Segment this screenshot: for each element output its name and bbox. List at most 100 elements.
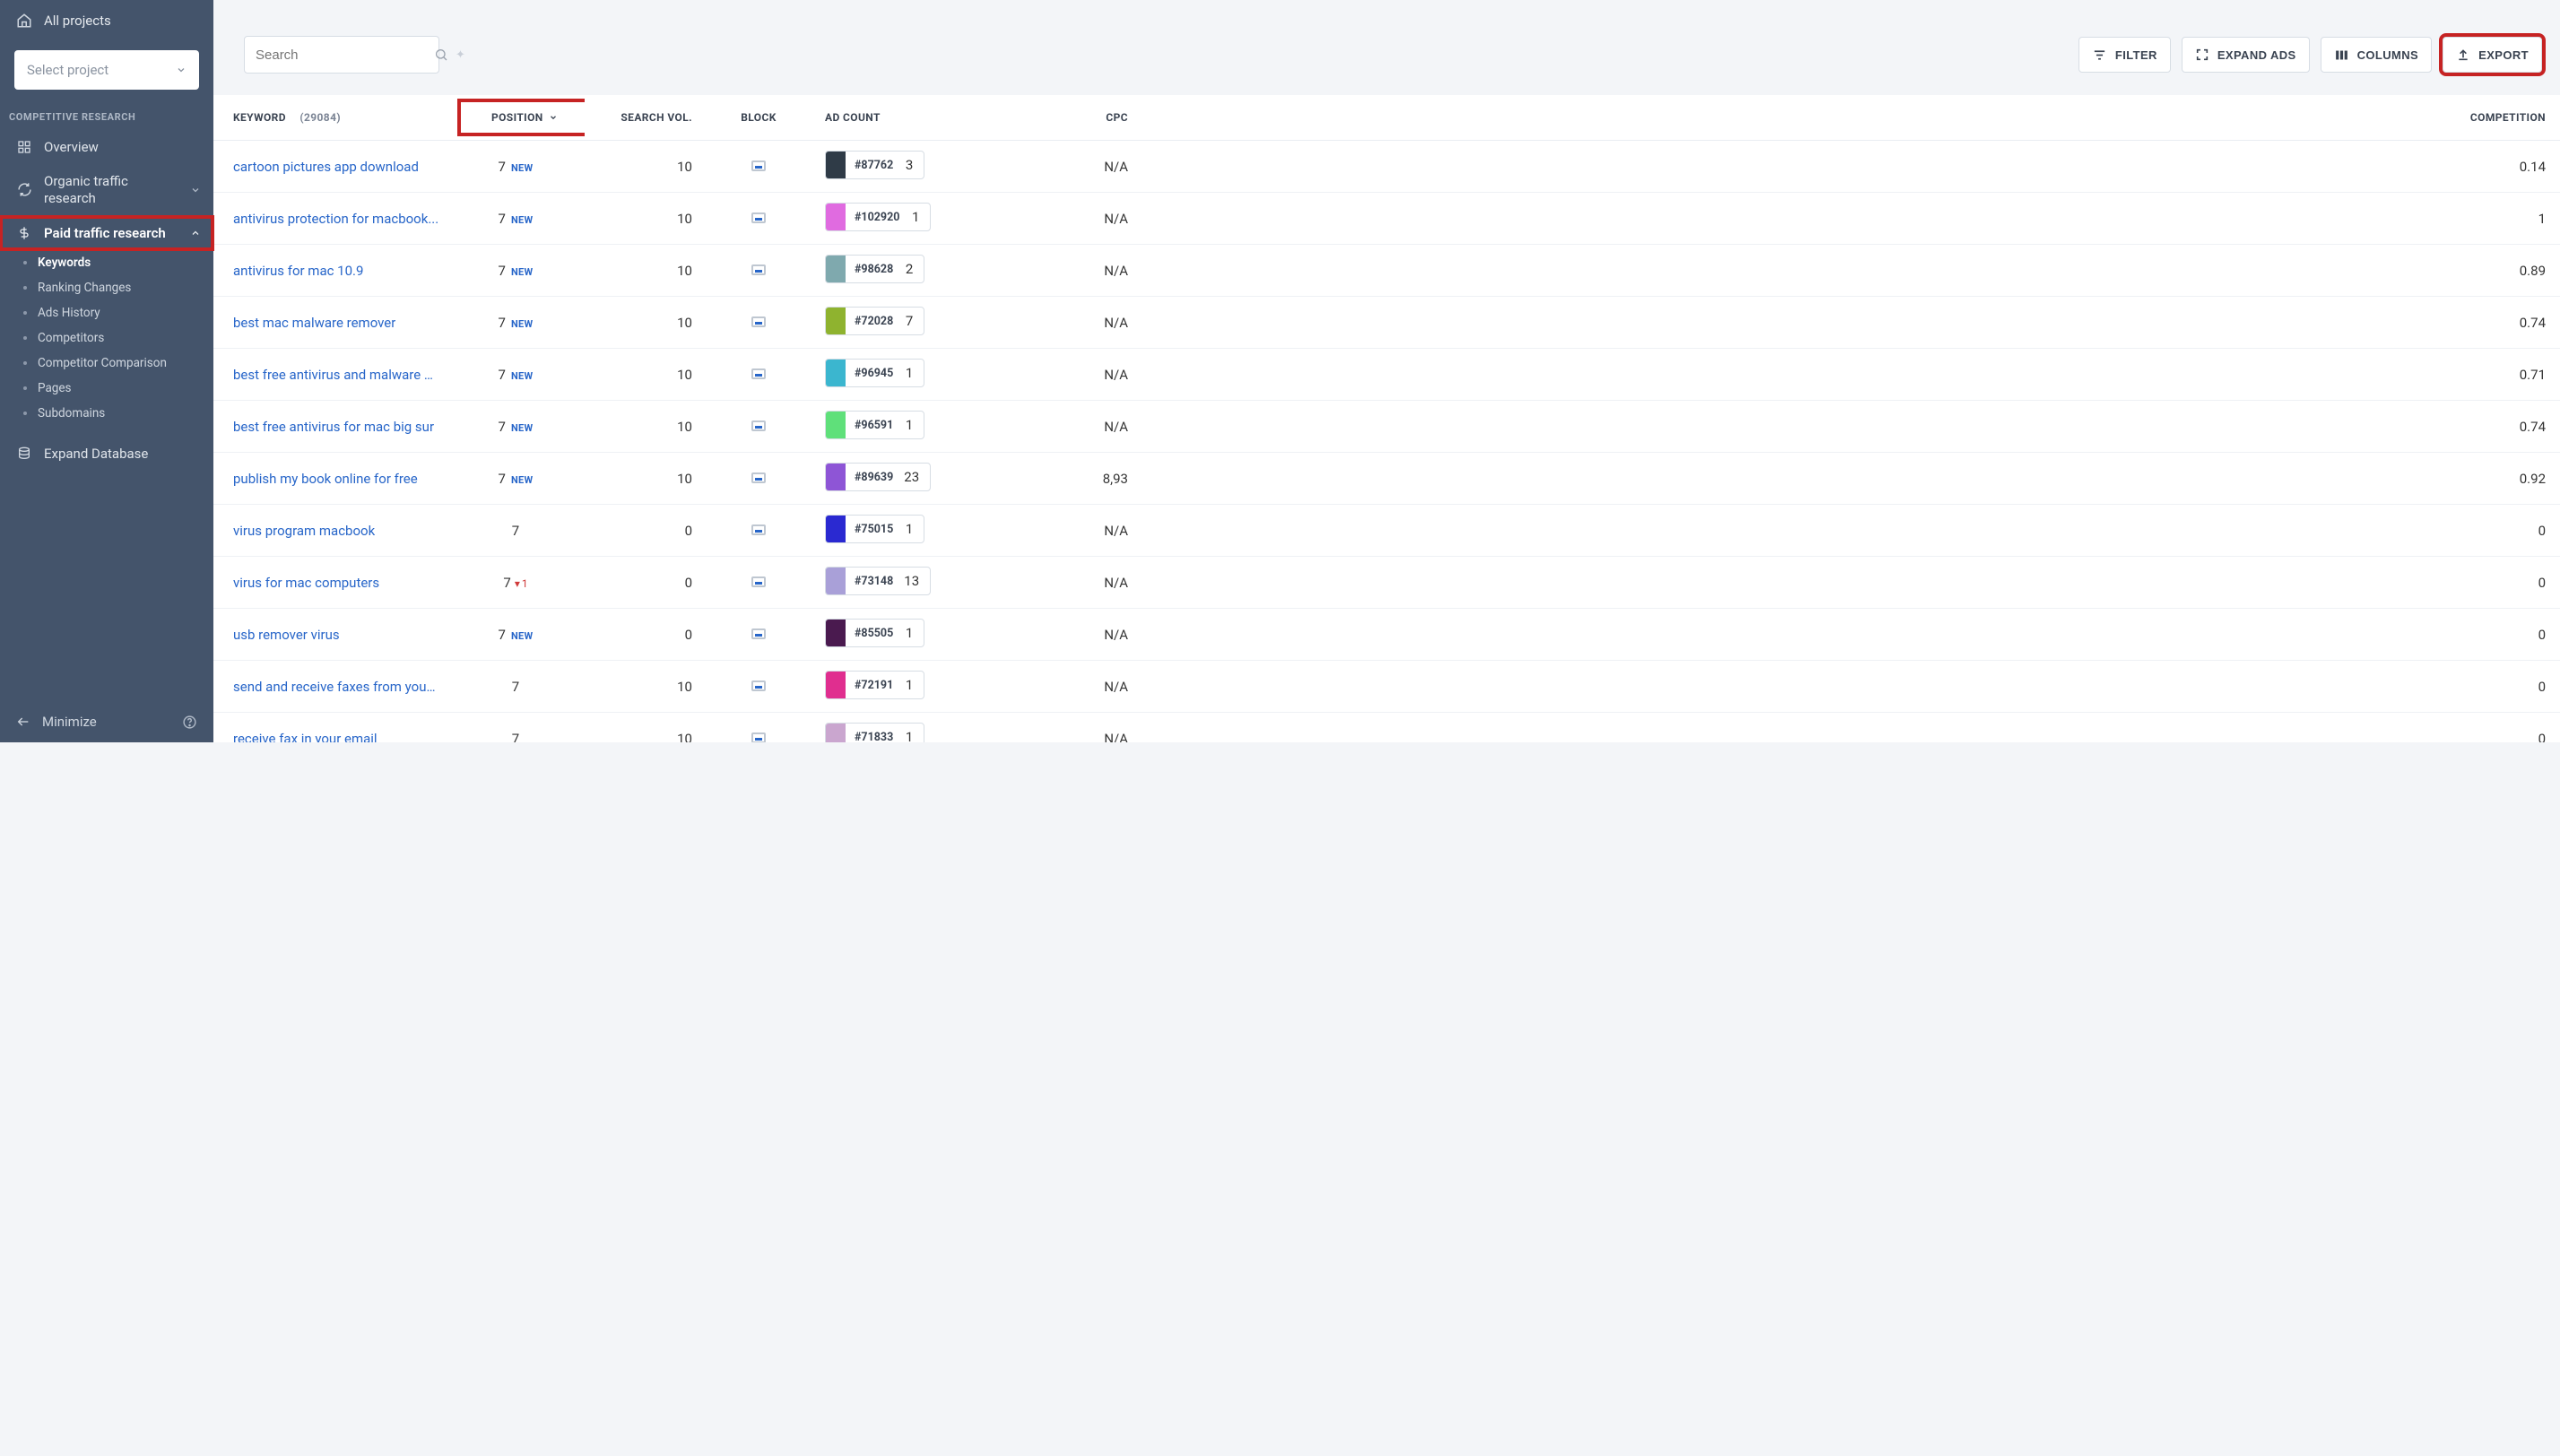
col-searchvol-header[interactable]: SEARCH VOL.	[585, 95, 707, 141]
sidebar-sub-subdomains[interactable]: Subdomains	[0, 401, 213, 426]
sidebar-item-overview[interactable]: Overview	[0, 130, 213, 164]
sidebar-item-organic-traffic[interactable]: Organic traffic research	[0, 164, 213, 216]
star-icon: ✦	[456, 48, 465, 62]
sidebar-minimize[interactable]: Minimize	[0, 701, 213, 742]
export-button[interactable]: EXPORT	[2443, 37, 2542, 73]
table-row: best free antivirus and malware p...7NEW…	[213, 349, 2560, 401]
sidebar-sub-competitor-comparison[interactable]: Competitor Comparison	[0, 351, 213, 376]
ad-chip[interactable]: #855051	[825, 619, 924, 647]
sidebar-sub-pages[interactable]: Pages	[0, 376, 213, 401]
cpc-cell: N/A	[954, 557, 1142, 609]
position-cell: 7NEW	[447, 453, 585, 505]
expand-ads-button[interactable]: EXPAND ADS	[2182, 37, 2310, 73]
keyword-link[interactable]: virus for mac computers	[233, 575, 379, 591]
table-row: send and receive faxes from your ...710#…	[213, 661, 2560, 713]
keyword-link[interactable]: antivirus for mac 10.9	[233, 263, 363, 279]
ad-chip[interactable]: #750151	[825, 515, 924, 543]
searchvol-cell: 10	[585, 661, 707, 713]
sidebar-item-expand-database[interactable]: Expand Database	[0, 437, 213, 471]
cpc-cell: N/A	[954, 401, 1142, 453]
keyword-cell: best free antivirus for mac big sur	[213, 401, 447, 453]
keyword-link[interactable]: receive fax in your email	[233, 731, 377, 742]
cpc-cell: N/A	[954, 661, 1142, 713]
keyword-link[interactable]: best free antivirus and malware p...	[233, 367, 439, 383]
keyword-link[interactable]: best mac malware remover	[233, 315, 395, 331]
ad-chip[interactable]: #720287	[825, 307, 924, 335]
ad-id: #72028	[846, 315, 898, 328]
col-keyword-header[interactable]: KEYWORD (29084)	[213, 95, 447, 141]
project-select[interactable]: Select project	[14, 50, 199, 90]
block-cell	[707, 453, 811, 505]
table-row: cartoon pictures app download7NEW10#8776…	[213, 141, 2560, 193]
keyword-cell: virus program macbook	[213, 505, 447, 557]
filter-button[interactable]: FILTER	[2078, 37, 2171, 73]
adcount-cell: #1029201	[811, 193, 954, 245]
ad-id: #96945	[846, 367, 898, 380]
sidebar-item-paid-traffic[interactable]: Paid traffic research	[0, 216, 213, 250]
searchvol-cell: 0	[585, 505, 707, 557]
all-projects-link[interactable]: All projects	[16, 13, 197, 29]
ad-id: #87762	[846, 159, 898, 172]
block-cell	[707, 141, 811, 193]
adcount-cell: #721911	[811, 661, 954, 713]
ad-chip[interactable]: #721911	[825, 671, 924, 699]
new-badge: NEW	[511, 370, 533, 382]
sidebar-sub-competitors[interactable]: Competitors	[0, 325, 213, 351]
ad-id: #73148	[846, 575, 898, 588]
sidebar: All projects Select project COMPETITIVE …	[0, 0, 213, 742]
keyword-cell: usb remover virus	[213, 609, 447, 661]
bullet-icon	[23, 386, 27, 390]
main: ✦ FILTER EXPAND ADS COLUMNS EXPORT	[213, 0, 2560, 742]
col-cpc-header[interactable]: CPC	[954, 95, 1142, 141]
keyword-link[interactable]: best free antivirus for mac big sur	[233, 419, 434, 435]
sidebar-sub-keywords[interactable]: Keywords	[0, 250, 213, 275]
search-input[interactable]	[256, 48, 434, 63]
block-icon	[751, 420, 766, 431]
keyword-link[interactable]: usb remover virus	[233, 627, 340, 643]
ad-chip[interactable]: #718331	[825, 723, 924, 742]
color-swatch	[826, 412, 846, 438]
keyword-link[interactable]: cartoon pictures app download	[233, 159, 419, 175]
help-icon[interactable]	[182, 715, 197, 730]
bullet-icon	[23, 286, 27, 290]
block-icon	[751, 264, 766, 275]
keyword-link[interactable]: send and receive faxes from your ...	[233, 679, 439, 695]
ad-chip[interactable]: #1029201	[825, 203, 931, 231]
position-cell: 7NEW	[447, 297, 585, 349]
block-icon	[751, 160, 766, 171]
cpc-cell: N/A	[954, 141, 1142, 193]
competition-cell: 0.74	[1142, 297, 2560, 349]
cpc-cell: N/A	[954, 349, 1142, 401]
col-position-header[interactable]: POSITION	[447, 95, 585, 141]
adcount-cell: #969451	[811, 349, 954, 401]
position-cell: 7NEW	[447, 245, 585, 297]
keyword-link[interactable]: virus program macbook	[233, 523, 375, 539]
ad-chip[interactable]: #965911	[825, 411, 924, 439]
ad-chip[interactable]: #7314813	[825, 567, 931, 595]
keyword-link[interactable]: publish my book online for free	[233, 471, 418, 487]
col-competition-header[interactable]: COMPETITION	[1142, 95, 2560, 141]
position-cell: 7	[447, 713, 585, 743]
ad-chip[interactable]: #8963923	[825, 463, 931, 491]
block-cell	[707, 401, 811, 453]
col-block-header[interactable]: BLOCK	[707, 95, 811, 141]
ad-count-value: 1	[898, 729, 924, 742]
cpc-cell: 8,93	[954, 453, 1142, 505]
ad-chip[interactable]: #969451	[825, 359, 924, 387]
ad-chip[interactable]: #877623	[825, 151, 924, 179]
col-adcount-header[interactable]: AD COUNT	[811, 95, 954, 141]
cpc-cell: N/A	[954, 245, 1142, 297]
cpc-cell: N/A	[954, 713, 1142, 743]
sidebar-sub-ads-history[interactable]: Ads History	[0, 300, 213, 325]
position-cell: 7NEW	[447, 141, 585, 193]
columns-button[interactable]: COLUMNS	[2321, 37, 2433, 73]
ad-chip[interactable]: #986282	[825, 255, 924, 283]
search-box[interactable]	[244, 36, 439, 74]
ad-id: #96591	[846, 419, 898, 432]
sidebar-sub-ranking-changes[interactable]: Ranking Changes	[0, 275, 213, 300]
keyword-link[interactable]: antivirus protection for macbook...	[233, 211, 438, 227]
searchvol-cell: 10	[585, 453, 707, 505]
bullet-icon	[23, 361, 27, 365]
new-badge: NEW	[511, 474, 533, 486]
ad-count-value: 1	[898, 625, 924, 641]
